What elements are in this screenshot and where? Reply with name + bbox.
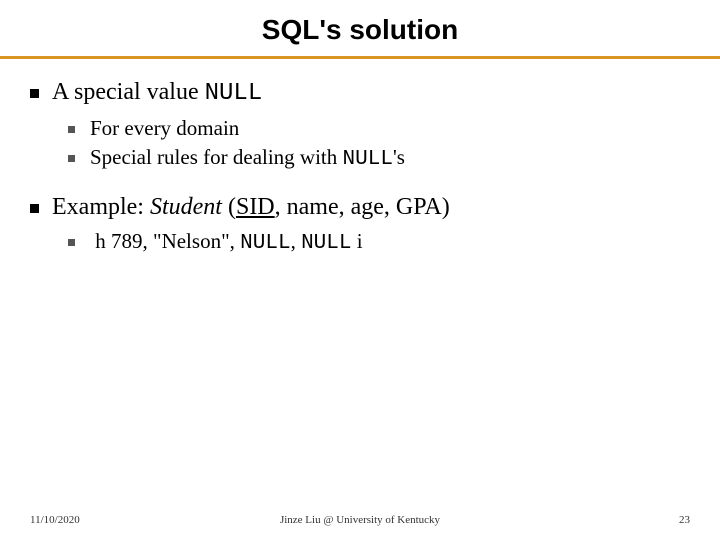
list-item: Special rules for dealing with NULL's [68, 144, 690, 173]
footer: 11/10/2020 Jinze Liu @ University of Ken… [0, 514, 720, 526]
bullet-icon [68, 228, 90, 254]
text: 's [393, 145, 405, 169]
code-text: NULL [240, 232, 290, 255]
footer-date: 11/10/2020 [30, 514, 80, 526]
code-text: NULL [301, 232, 351, 255]
text: A special value [52, 79, 205, 105]
footer-author: Jinze Liu @ University of Kentucky [0, 514, 720, 526]
code-text: NULL [205, 80, 263, 107]
slide-number: 23 [679, 514, 690, 526]
bullet-icon [30, 77, 52, 107]
list-item: For every domain [68, 115, 690, 141]
text: Special rules for dealing with [90, 145, 343, 169]
text: i [351, 229, 362, 253]
slide-title: SQL's solution [0, 0, 720, 56]
text: For every domain [90, 116, 239, 140]
bullet-icon [68, 144, 90, 170]
text: , name, age, GPA) [275, 194, 450, 220]
text-underline: SID [236, 194, 275, 220]
text-italic: Student [150, 194, 222, 220]
bullet-icon [30, 192, 52, 222]
list-item: A special value NULL [30, 77, 690, 109]
list-item: h 789, "Nelson", NULL, NULL i [68, 228, 690, 257]
bullet-icon [68, 115, 90, 141]
slide-body: A special value NULL For every domain Sp… [0, 59, 720, 257]
text: ( [222, 194, 236, 220]
text: Example: [52, 194, 150, 220]
text: h 789, "Nelson", [90, 229, 240, 253]
code-text: NULL [343, 148, 393, 171]
text: , [291, 229, 302, 253]
list-item: Example: Student (SID, name, age, GPA) [30, 192, 690, 222]
